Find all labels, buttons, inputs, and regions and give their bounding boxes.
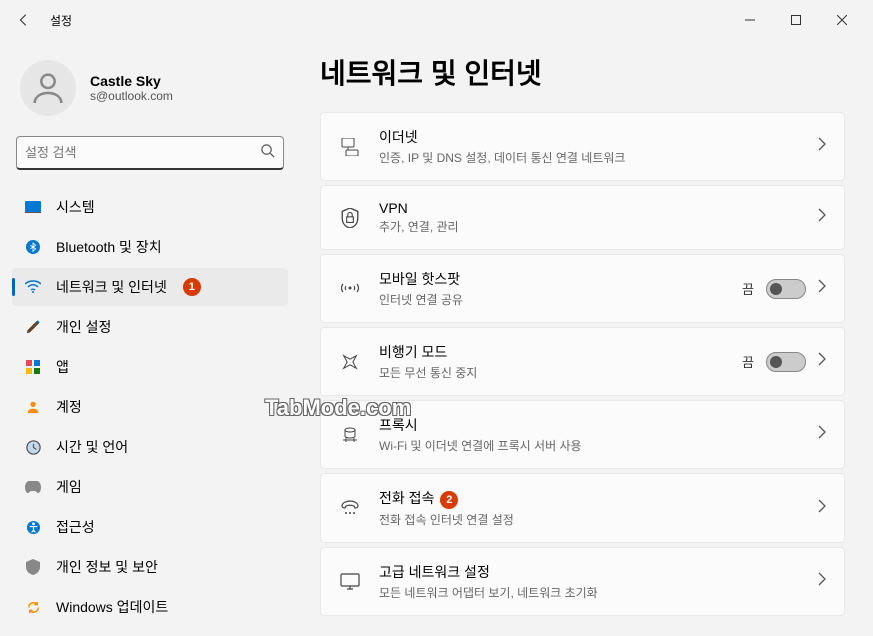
sidebar-item-gaming[interactable]: 게임 bbox=[12, 468, 288, 506]
airplane-toggle[interactable] bbox=[766, 352, 806, 372]
nav-badge: 1 bbox=[183, 278, 201, 296]
monitor-icon bbox=[339, 573, 361, 591]
proxy-icon bbox=[339, 426, 361, 444]
sidebar-item-label: 시스템 bbox=[56, 197, 95, 217]
avatar-icon bbox=[20, 60, 76, 116]
sidebar-item-accessibility[interactable]: 접근성 bbox=[12, 508, 288, 546]
gaming-icon bbox=[24, 478, 42, 496]
chevron-right-icon bbox=[818, 137, 826, 156]
system-icon bbox=[24, 198, 42, 216]
card-advanced-network[interactable]: 고급 네트워크 설정 모든 네트워크 어댑터 보기, 네트워크 초기화 bbox=[320, 547, 845, 616]
card-badge: 2 bbox=[440, 491, 458, 509]
card-subtitle: 모든 네트워크 어댑터 보기, 네트워크 초기화 bbox=[379, 584, 800, 601]
sidebar-item-label: 게임 bbox=[56, 477, 82, 497]
minimize-button[interactable] bbox=[727, 4, 773, 36]
phone-icon bbox=[339, 500, 361, 516]
sidebar-item-label: Windows 업데이트 bbox=[56, 597, 168, 617]
sidebar-item-label: 계정 bbox=[56, 397, 82, 417]
bluetooth-icon bbox=[24, 238, 42, 256]
chevron-right-icon bbox=[818, 208, 826, 227]
chevron-right-icon bbox=[818, 279, 826, 298]
brush-icon bbox=[24, 318, 42, 336]
card-proxy[interactable]: 프록시 Wi-Fi 및 이더넷 연결에 프록시 서버 사용 bbox=[320, 400, 845, 469]
card-title: VPN bbox=[379, 200, 800, 216]
chevron-right-icon bbox=[818, 425, 826, 444]
update-icon bbox=[24, 598, 42, 616]
sidebar-item-label: Bluetooth 및 장치 bbox=[56, 237, 162, 257]
search-input[interactable] bbox=[25, 145, 260, 160]
card-subtitle: 전화 접속 인터넷 연결 설정 bbox=[379, 511, 800, 528]
user-name: Castle Sky bbox=[90, 73, 173, 89]
sidebar-item-privacy[interactable]: 개인 정보 및 보안 bbox=[12, 548, 288, 586]
accounts-icon bbox=[24, 398, 42, 416]
sidebar-item-label: 개인 정보 및 보안 bbox=[56, 557, 158, 577]
card-dialup[interactable]: 전화 접속 2 전화 접속 인터넷 연결 설정 bbox=[320, 473, 845, 543]
shield-icon bbox=[24, 558, 42, 576]
sidebar-item-label: 시간 및 언어 bbox=[56, 437, 128, 457]
sidebar-item-system[interactable]: 시스템 bbox=[12, 188, 288, 226]
hotspot-icon bbox=[339, 281, 361, 297]
ethernet-icon bbox=[339, 138, 361, 156]
user-email: s@outlook.com bbox=[90, 89, 173, 103]
sidebar-item-windows-update[interactable]: Windows 업데이트 bbox=[12, 588, 288, 626]
sidebar-item-label: 앱 bbox=[56, 357, 69, 377]
card-title: 프록시 bbox=[379, 415, 800, 435]
window-title: 설정 bbox=[50, 12, 72, 29]
card-title: 고급 네트워크 설정 bbox=[379, 562, 800, 582]
card-subtitle: 추가, 연결, 관리 bbox=[379, 218, 800, 235]
sidebar-item-label: 접근성 bbox=[56, 517, 95, 537]
apps-icon bbox=[24, 358, 42, 376]
clock-icon bbox=[24, 438, 42, 456]
maximize-button[interactable] bbox=[773, 4, 819, 36]
user-profile[interactable]: Castle Sky s@outlook.com bbox=[12, 48, 288, 136]
wifi-icon bbox=[24, 278, 42, 296]
toggle-state-label: 끔 bbox=[742, 352, 754, 371]
sidebar-item-label: 네트워크 및 인터넷 bbox=[56, 277, 167, 297]
card-title: 비행기 모드 bbox=[379, 342, 724, 362]
card-subtitle: 인증, IP 및 DNS 설정, 데이터 통신 연결 네트워크 bbox=[379, 149, 800, 166]
sidebar-item-personalization[interactable]: 개인 설정 bbox=[12, 308, 288, 346]
back-button[interactable] bbox=[8, 4, 40, 36]
sidebar-item-time-language[interactable]: 시간 및 언어 bbox=[12, 428, 288, 466]
sidebar-item-label: 개인 설정 bbox=[56, 317, 111, 337]
card-title: 전화 접속 2 bbox=[379, 488, 800, 509]
search-icon bbox=[260, 143, 275, 163]
page-title: 네트워크 및 인터넷 bbox=[320, 52, 845, 92]
vpn-shield-icon bbox=[339, 208, 361, 228]
card-title: 이더넷 bbox=[379, 127, 800, 147]
chevron-right-icon bbox=[818, 499, 826, 518]
card-subtitle: 모든 무선 통신 중지 bbox=[379, 364, 724, 381]
search-input-container[interactable] bbox=[16, 136, 284, 170]
card-subtitle: 인터넷 연결 공유 bbox=[379, 291, 724, 308]
accessibility-icon bbox=[24, 518, 42, 536]
card-ethernet[interactable]: 이더넷 인증, IP 및 DNS 설정, 데이터 통신 연결 네트워크 bbox=[320, 112, 845, 181]
card-subtitle: Wi-Fi 및 이더넷 연결에 프록시 서버 사용 bbox=[379, 437, 800, 454]
close-button[interactable] bbox=[819, 4, 865, 36]
sidebar-item-accounts[interactable]: 계정 bbox=[12, 388, 288, 426]
card-airplane-mode[interactable]: 비행기 모드 모든 무선 통신 중지 끔 bbox=[320, 327, 845, 396]
sidebar-item-apps[interactable]: 앱 bbox=[12, 348, 288, 386]
toggle-state-label: 끔 bbox=[742, 279, 754, 298]
chevron-right-icon bbox=[818, 352, 826, 371]
card-title: 모바일 핫스팟 bbox=[379, 269, 724, 289]
card-vpn[interactable]: VPN 추가, 연결, 관리 bbox=[320, 185, 845, 250]
hotspot-toggle[interactable] bbox=[766, 279, 806, 299]
chevron-right-icon bbox=[818, 572, 826, 591]
sidebar-item-network[interactable]: 네트워크 및 인터넷 1 bbox=[12, 268, 288, 306]
card-mobile-hotspot[interactable]: 모바일 핫스팟 인터넷 연결 공유 끔 bbox=[320, 254, 845, 323]
sidebar-item-bluetooth[interactable]: Bluetooth 및 장치 bbox=[12, 228, 288, 266]
airplane-icon bbox=[339, 352, 361, 372]
